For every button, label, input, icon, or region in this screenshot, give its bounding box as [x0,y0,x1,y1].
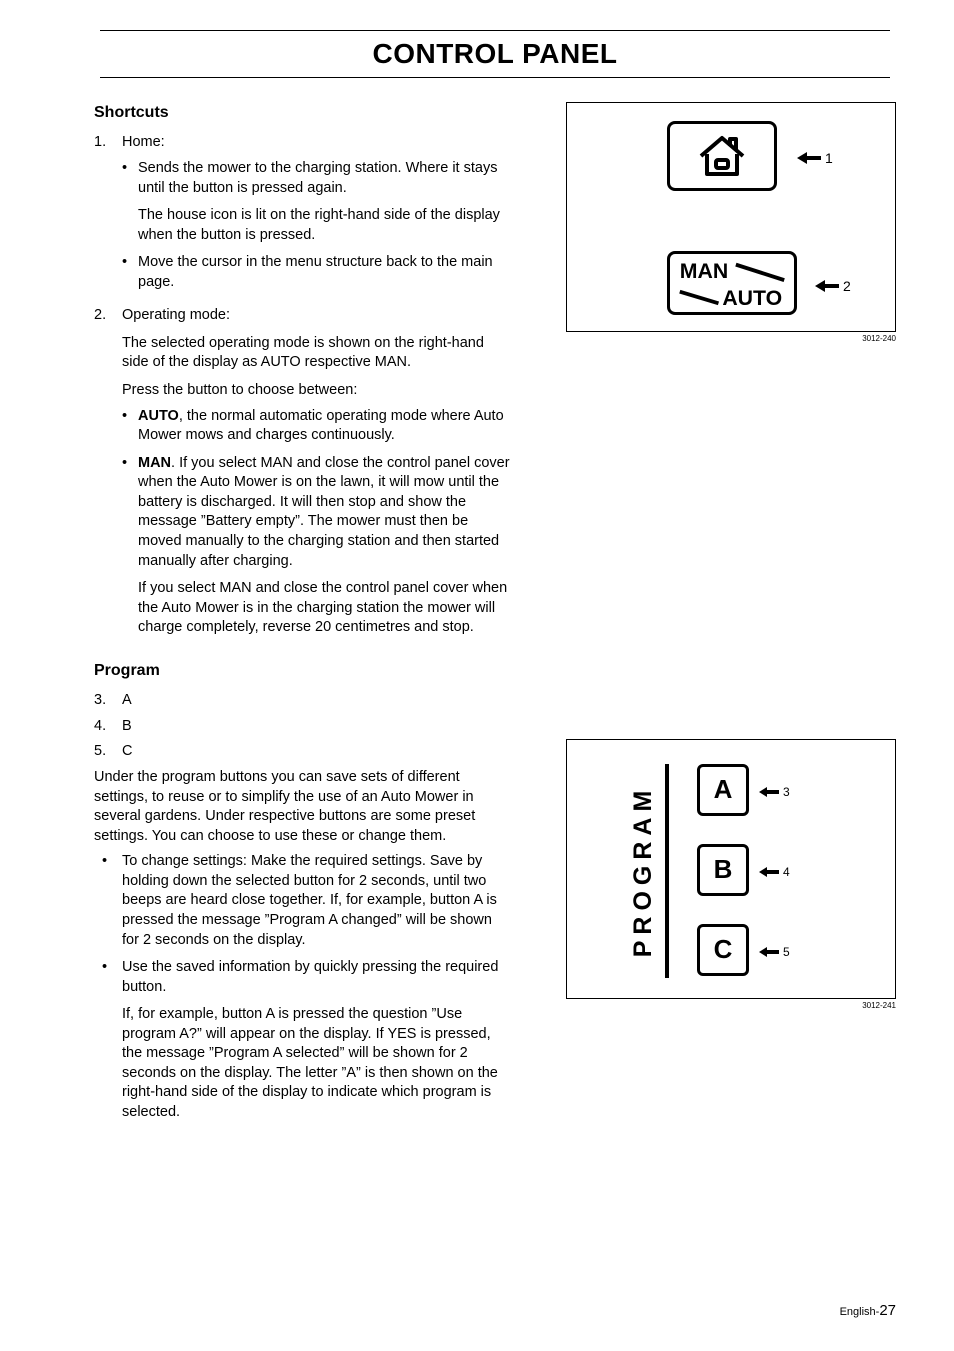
program-bullets: To change settings: Make the required se… [94,852,510,1122]
list-number: 1. [94,133,122,300]
home-button-frame [667,121,777,191]
callout-1: 1 [797,149,833,168]
callout-3: 3 [759,784,790,800]
program-label-vertical: PROGRAM [627,764,661,978]
text: . If you select MAN and close the contro… [138,455,510,569]
bullet-text: To change settings: Make the required se… [122,853,497,947]
bullet-item: AUTO, the normal automatic operating mod… [122,407,510,446]
letter: A [714,772,733,807]
arrow-left-icon [759,867,779,877]
columns: Shortcuts 1. Home: Sends the mower to th… [94,102,896,1131]
list-item: 5. C [94,742,510,762]
callout-number: 4 [783,864,790,880]
list-number: 3. [94,691,122,711]
label: A [122,691,132,711]
page-title: CONTROL PANEL [94,35,896,73]
home-icon [695,134,749,178]
left-column: Shortcuts 1. Home: Sends the mower to th… [94,102,510,1131]
auto-text: AUTO [722,286,782,310]
label: B [122,717,132,737]
rule-bottom [100,77,890,78]
bullet-after: The house icon is lit on the right-hand … [138,206,510,245]
footer: English-27 [840,1301,896,1321]
bullet-item: To change settings: Make the required se… [94,852,510,950]
callout-number: 3 [783,784,790,800]
shortcuts-list: 1. Home: Sends the mower to the charging… [94,133,510,645]
para: The selected operating mode is shown on … [122,334,510,373]
para: Press the button to choose between: [122,381,510,401]
list-item: 4. B [94,717,510,737]
callout-5: 5 [759,944,790,960]
list-body: Home: Sends the mower to the charging st… [122,133,510,300]
bullet-text: Move the cursor in the menu structure ba… [138,254,493,290]
program-intro: Under the program buttons you can save s… [94,768,510,846]
bullet-list: Sends the mower to the charging station.… [122,159,510,292]
bullet-item: MAN. If you select MAN and close the con… [122,454,510,638]
bullet-after: If, for example, button A is pressed the… [122,1005,510,1122]
page: CONTROL PANEL Shortcuts 1. Home: Sends t… [0,0,954,1351]
callout-number: 1 [825,149,833,168]
right-column: 1 MAN AUTO 2 3012-240 [536,102,896,1131]
callout-4: 4 [759,864,790,880]
bullet-item: Sends the mower to the charging station.… [122,159,510,245]
figure-code: 3012-241 [566,1001,896,1012]
man-text: MAN [680,259,728,283]
label: C [122,742,132,762]
divider-line [665,764,669,978]
list-number: 4. [94,717,122,737]
footer-page: 27 [879,1302,896,1319]
arrow-left-icon [759,947,779,957]
text: , the normal automatic operating mode wh… [138,408,504,444]
letter: C [714,932,733,967]
arrow-left-icon [815,280,839,292]
program-list: 3. A 4. B 5. C [94,691,510,762]
bullet-list: AUTO, the normal automatic operating mod… [122,407,510,638]
list-item: 1. Home: Sends the mower to the charging… [94,133,510,300]
program-a-button: A [697,764,749,816]
list-number: 2. [94,306,122,645]
arrow-left-icon [797,152,821,164]
callout-number: 2 [843,277,851,296]
bullet-item: Use the saved information by quickly pre… [94,958,510,1123]
figure-program: PROGRAM A 3 B 4 C 5 [566,739,896,999]
list-number: 5. [94,742,122,762]
label: Home: [122,134,165,150]
arrow-left-icon [759,787,779,797]
bullet-after: If you select MAN and close the control … [138,579,510,638]
label: Operating mode: [122,307,230,323]
list-item: 2. Operating mode: The selected operatin… [94,306,510,645]
list-item: 3. A [94,691,510,711]
bold: AUTO [138,408,179,424]
bullet-item: Move the cursor in the menu structure ba… [122,253,510,292]
callout-number: 5 [783,944,790,960]
heading-shortcuts: Shortcuts [94,102,510,124]
man-auto-icon: MAN AUTO [674,256,790,310]
man-auto-button-frame: MAN AUTO [667,251,797,315]
list-body: Operating mode: The selected operating m… [122,306,510,645]
bullet-text: Use the saved information by quickly pre… [122,959,498,995]
bullet-text: Sends the mower to the charging station.… [138,160,497,196]
figure-code: 3012-240 [566,334,896,345]
program-c-button: C [697,924,749,976]
rule-top [100,30,890,31]
footer-lang: English- [840,1306,880,1318]
figure-shortcuts: 1 MAN AUTO 2 [566,102,896,332]
bold: MAN [138,455,171,471]
callout-2: 2 [815,277,851,296]
letter: B [714,852,733,887]
heading-program: Program [94,660,510,682]
program-b-button: B [697,844,749,896]
